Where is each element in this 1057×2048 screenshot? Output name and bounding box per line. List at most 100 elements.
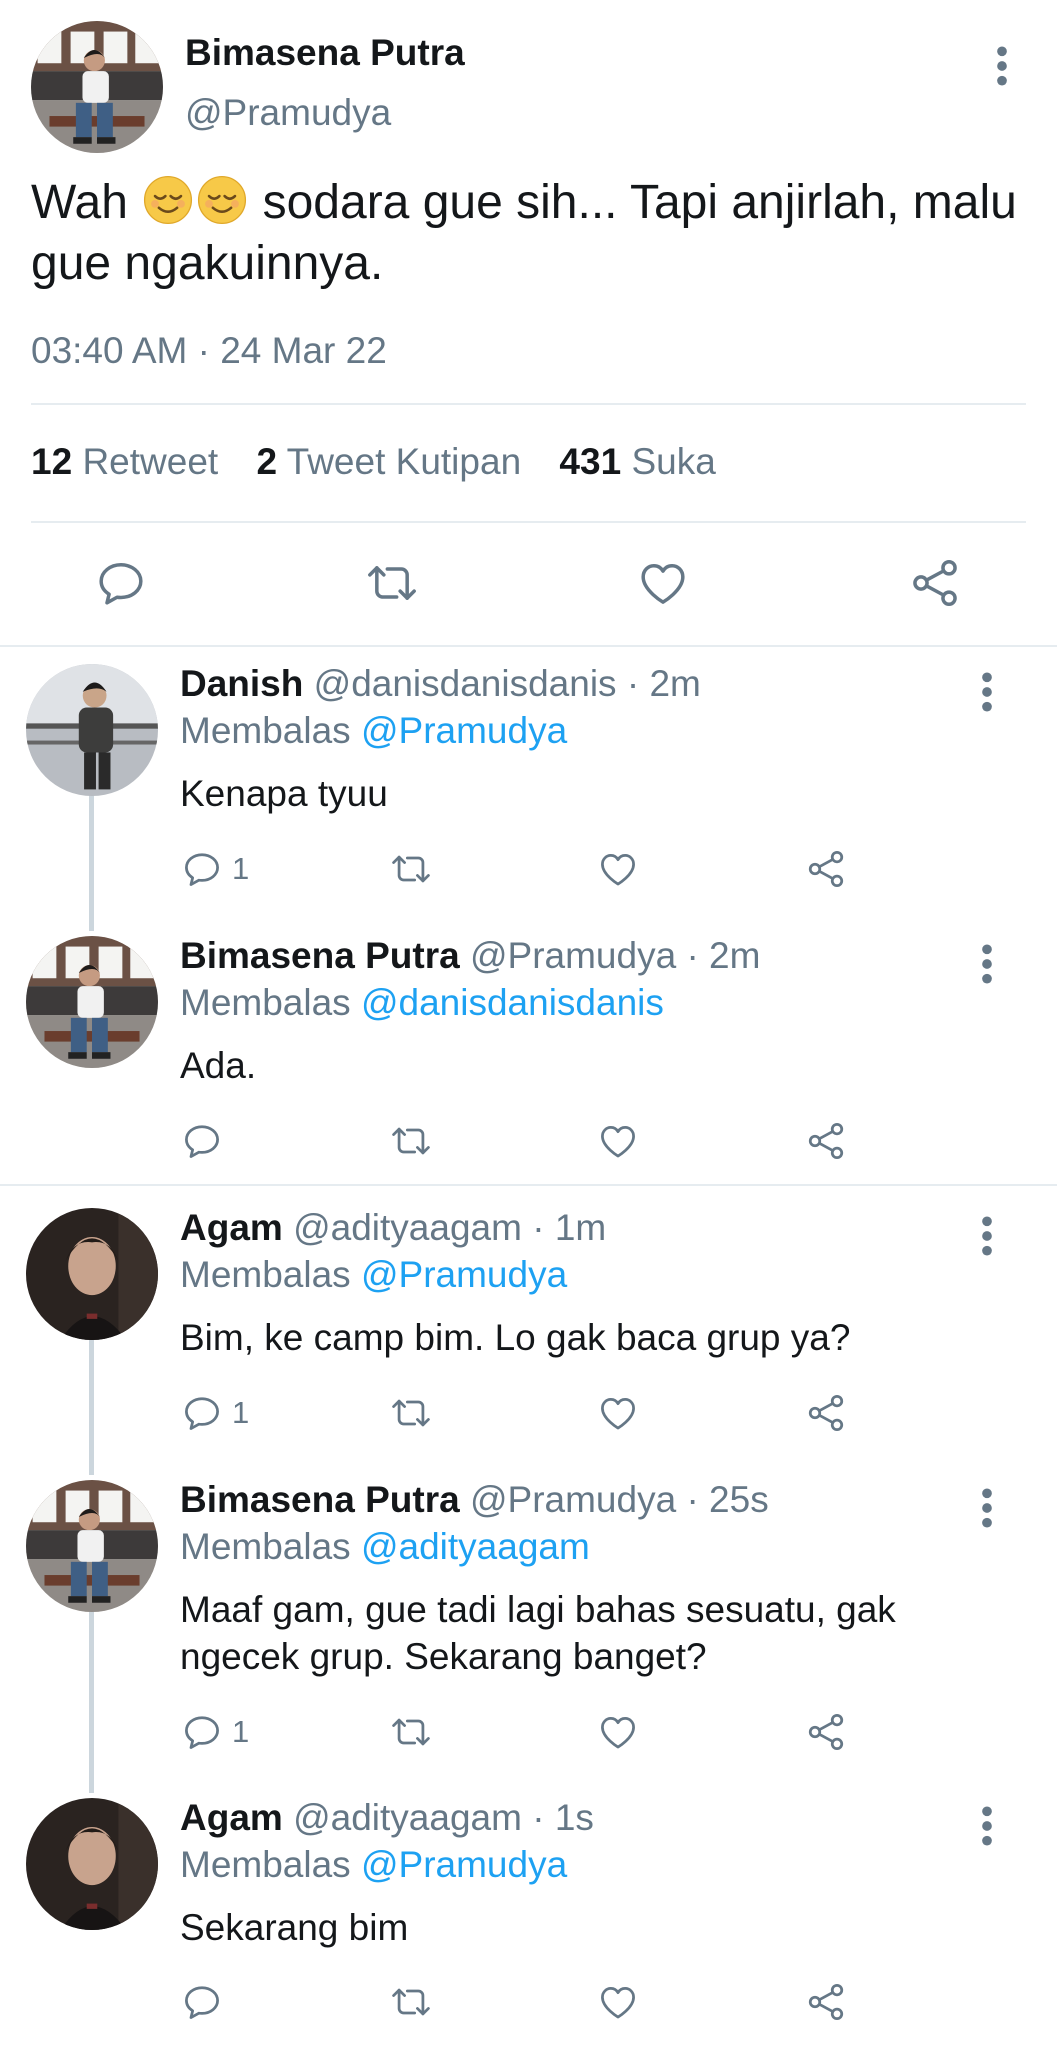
replying-prefix: Membalas <box>180 1844 351 1885</box>
reply-icon <box>180 847 224 891</box>
divider <box>0 1184 1057 1186</box>
retweet-label[interactable]: Retweet <box>82 441 218 482</box>
more-options-icon[interactable] <box>972 1214 1002 1258</box>
reply-tweet[interactable]: Agam @adityaagam · 1s Membalas @Pramudya… <box>0 1786 1057 2048</box>
reply-icon[interactable] <box>180 1119 224 1163</box>
tweet-timestamp: 03:40 AM · 24 Mar 22 <box>31 330 387 371</box>
author-handle[interactable]: @adityaagam <box>293 1207 522 1248</box>
reply-tweet[interactable]: Bimasena Putra @Pramudya · 25s Membalas … <box>0 1468 1057 1788</box>
reply-tweet[interactable]: Agam @adityaagam · 1m Membalas @Pramudya… <box>0 1196 1057 1466</box>
retweet-count[interactable]: 12 <box>31 441 72 482</box>
retweet-icon[interactable] <box>389 1119 433 1163</box>
reply-button[interactable]: 1 <box>180 1710 249 1754</box>
replying-prefix: Membalas <box>180 1254 351 1295</box>
replying-to: Membalas @danisdanisdanis <box>180 982 664 1024</box>
reply-time: · 25s <box>686 1479 769 1520</box>
more-options-icon[interactable] <box>972 1486 1002 1530</box>
reply-icon <box>180 1710 224 1754</box>
retweet-icon[interactable] <box>364 555 420 611</box>
share-icon[interactable] <box>804 1980 848 2024</box>
replying-to: Membalas @Pramudya <box>180 710 567 752</box>
replying-prefix: Membalas <box>180 982 351 1023</box>
like-icon[interactable] <box>596 1119 640 1163</box>
avatar[interactable] <box>26 936 158 1068</box>
like-icon[interactable] <box>596 1980 640 2024</box>
more-options-icon[interactable] <box>972 670 1002 714</box>
author-handle[interactable]: @Pramudya <box>470 935 676 976</box>
tweet-text-start: Wah <box>31 176 128 229</box>
reply-text: Sekarang bim <box>180 1907 409 1948</box>
reply-button[interactable]: 1 <box>180 847 249 891</box>
reply-text: Bim, ke camp bim. Lo gak baca grup ya? <box>180 1317 851 1358</box>
author-handle[interactable]: @Pramudya <box>470 1479 676 1520</box>
relieved-face-emoji-icon <box>142 174 194 226</box>
reply-header: Bimasena Putra @Pramudya · 2m <box>180 935 760 977</box>
replying-to: Membalas @Pramudya <box>180 1254 567 1296</box>
more-options-icon[interactable] <box>987 44 1017 88</box>
retweet-icon[interactable] <box>389 1980 433 2024</box>
reply-button[interactable]: 1 <box>180 1391 249 1435</box>
divider <box>31 521 1026 523</box>
like-icon[interactable] <box>596 847 640 891</box>
author-name[interactable]: Agam <box>180 1797 283 1838</box>
reply-header: Danish @danisdanisdanis · 2m <box>180 663 701 705</box>
reply-icon[interactable] <box>180 1980 224 2024</box>
tweet-stats: 12 Retweet 2 Tweet Kutipan 431 Suka <box>31 441 716 483</box>
author-name[interactable]: Bimasena Putra <box>180 935 460 976</box>
retweet-icon[interactable] <box>389 1710 433 1754</box>
author-name[interactable]: Agam <box>180 1207 283 1248</box>
mention-link[interactable]: @adityaagam <box>361 1526 590 1567</box>
like-icon[interactable] <box>596 1391 640 1435</box>
author-handle[interactable]: @Pramudya <box>185 92 391 134</box>
reply-header: Bimasena Putra @Pramudya · 25s <box>180 1479 769 1521</box>
retweet-icon[interactable] <box>389 1391 433 1435</box>
author-handle[interactable]: @danisdanisdanis <box>314 663 617 704</box>
mention-link[interactable]: @Pramudya <box>361 710 567 751</box>
share-icon[interactable] <box>804 1710 848 1754</box>
reply-header: Agam @adityaagam · 1m <box>180 1207 606 1249</box>
replying-to: Membalas @Pramudya <box>180 1844 567 1886</box>
quote-count[interactable]: 2 <box>256 441 277 482</box>
relieved-face-emoji-icon <box>196 174 248 226</box>
like-label[interactable]: Suka <box>631 441 715 482</box>
reply-count: 1 <box>232 1395 250 1430</box>
share-icon[interactable] <box>804 1391 848 1435</box>
replying-prefix: Membalas <box>180 1526 351 1567</box>
share-icon[interactable] <box>907 555 963 611</box>
divider <box>31 403 1026 405</box>
avatar[interactable] <box>26 664 158 796</box>
share-icon[interactable] <box>804 847 848 891</box>
author-handle[interactable]: @adityaagam <box>293 1797 522 1838</box>
like-icon[interactable] <box>596 1710 640 1754</box>
reply-icon[interactable] <box>93 555 149 611</box>
author-name[interactable]: Bimasena Putra <box>185 32 465 74</box>
avatar[interactable] <box>26 1480 158 1612</box>
reply-text: Ada. <box>180 1045 257 1086</box>
mention-link[interactable]: @Pramudya <box>361 1254 567 1295</box>
reply-count: 1 <box>232 1714 250 1749</box>
author-name[interactable]: Bimasena Putra <box>180 1479 460 1520</box>
avatar[interactable] <box>26 1798 158 1930</box>
quote-label[interactable]: Tweet Kutipan <box>287 441 521 482</box>
reply-tweet[interactable]: Danish @danisdanisdanis · 2m Membalas @P… <box>0 652 1057 922</box>
mention-link[interactable]: @Pramudya <box>361 1844 567 1885</box>
retweet-icon[interactable] <box>389 847 433 891</box>
share-icon[interactable] <box>804 1119 848 1163</box>
avatar[interactable] <box>31 21 163 153</box>
replying-to: Membalas @adityaagam <box>180 1526 590 1568</box>
mention-link[interactable]: @danisdanisdanis <box>361 982 664 1023</box>
more-options-icon[interactable] <box>972 1804 1002 1848</box>
like-icon[interactable] <box>635 555 691 611</box>
reply-text: Maaf gam, gue tadi lagi bahas sesuatu, g… <box>180 1589 896 1677</box>
reply-icon <box>180 1391 224 1435</box>
reply-time: · 2m <box>626 663 701 704</box>
author-name[interactable]: Danish <box>180 663 303 704</box>
reply-time: · 1m <box>532 1207 607 1248</box>
more-options-icon[interactable] <box>972 942 1002 986</box>
reply-tweet[interactable]: Bimasena Putra @Pramudya · 2m Membalas @… <box>0 924 1057 1184</box>
reply-text: Kenapa tyuu <box>180 773 388 814</box>
reply-time: · 2m <box>686 935 761 976</box>
like-count[interactable]: 431 <box>559 441 621 482</box>
avatar[interactable] <box>26 1208 158 1340</box>
reply-time: · 1s <box>532 1797 594 1838</box>
